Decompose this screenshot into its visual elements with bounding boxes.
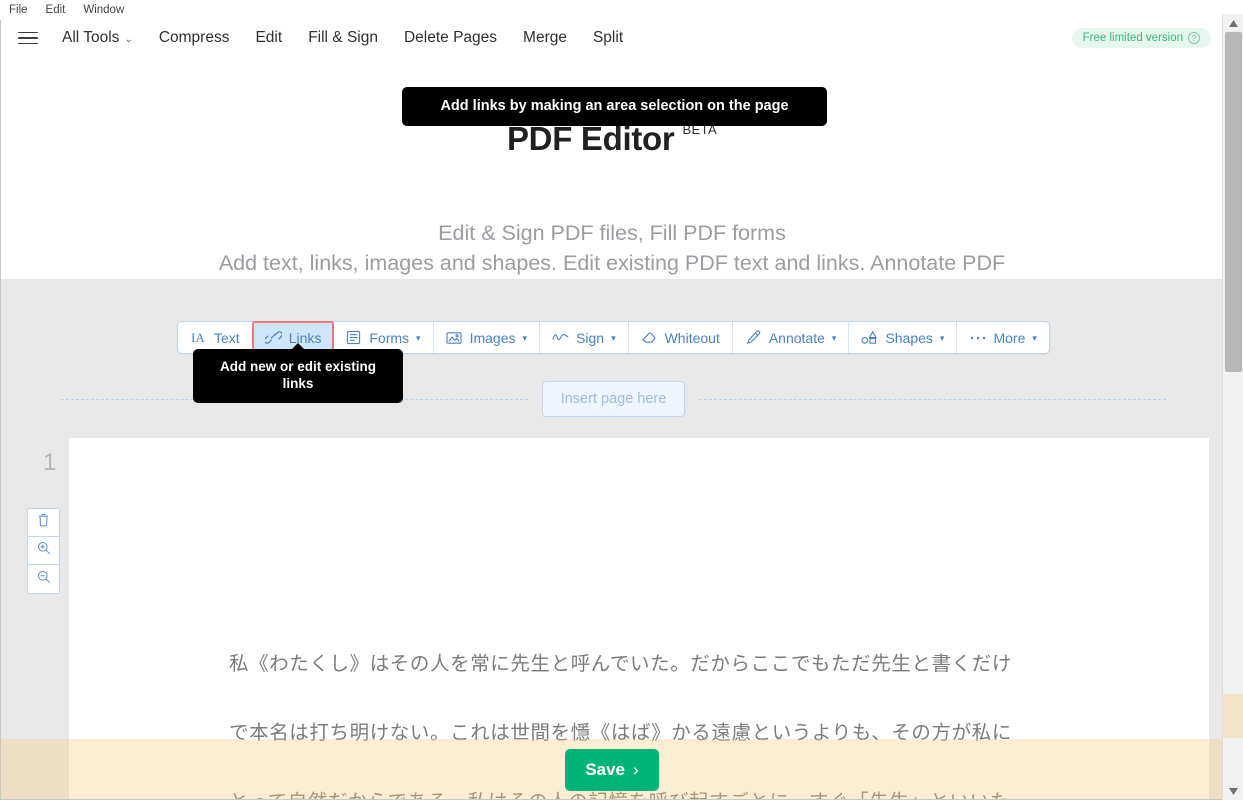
free-version-badge-label: Free limited version bbox=[1082, 32, 1183, 44]
hero-subtitle-1: Edit & Sign PDF files, Fill PDF forms bbox=[438, 221, 786, 245]
chevron-down-icon: ⌄ bbox=[124, 33, 133, 45]
os-menu-edit[interactable]: Edit bbox=[46, 0, 66, 20]
scrollbar-thumb[interactable] bbox=[1225, 32, 1242, 372]
vertical-scrollbar[interactable] bbox=[1222, 14, 1243, 800]
save-button-label: Save bbox=[585, 760, 626, 779]
tool-button-sign[interactable]: Sign ▾ bbox=[540, 322, 629, 353]
tool-button-forms-label: Forms bbox=[369, 329, 410, 346]
app-viewport: All Tools ⌄ Compress Edit Fill & Sign De… bbox=[0, 14, 1243, 800]
chevron-down-icon: ▾ bbox=[831, 333, 837, 343]
zoom-out-icon bbox=[37, 570, 51, 589]
nav-delete-pages[interactable]: Delete Pages bbox=[404, 29, 497, 47]
tool-button-annotate-label: Annotate bbox=[768, 329, 825, 346]
scrollbar-track-overlay bbox=[1223, 694, 1243, 738]
form-icon bbox=[345, 330, 362, 346]
chevron-right-icon: › bbox=[633, 760, 639, 779]
os-menu-file[interactable]: File bbox=[9, 0, 28, 20]
chevron-down-icon: ▾ bbox=[522, 333, 528, 343]
app-toolbar: All Tools ⌄ Compress Edit Fill & Sign De… bbox=[1, 15, 1223, 61]
nav-all-tools-label: All Tools bbox=[62, 29, 120, 46]
nav-all-tools[interactable]: All Tools ⌄ bbox=[62, 29, 133, 47]
link-icon bbox=[264, 330, 282, 346]
tool-button-text-label: Text bbox=[214, 329, 240, 346]
triangle-down-icon bbox=[1229, 787, 1238, 795]
zoom-in-page-button[interactable] bbox=[28, 537, 59, 565]
tooltip-add-links-area: Add links by making an area selection on… bbox=[402, 87, 827, 127]
hamburger-icon[interactable] bbox=[18, 27, 40, 49]
svg-text:IA: IA bbox=[191, 330, 205, 345]
tool-button-images-label: Images bbox=[469, 329, 516, 346]
page-controls bbox=[27, 508, 60, 594]
help-circle-icon[interactable]: ? bbox=[1188, 32, 1200, 44]
tool-button-shapes-label: Shapes bbox=[885, 329, 933, 346]
zoom-in-icon bbox=[37, 541, 51, 560]
pen-icon bbox=[745, 330, 762, 346]
os-menu-bar: File Edit Window bbox=[0, 0, 1243, 20]
nav-edit[interactable]: Edit bbox=[255, 29, 282, 47]
delete-page-button[interactable] bbox=[28, 509, 59, 537]
tool-button-more-label: More bbox=[993, 329, 1026, 346]
insert-page-button[interactable]: Insert page here bbox=[541, 381, 686, 417]
tool-button-shapes[interactable]: Shapes ▾ bbox=[849, 322, 958, 353]
tooltip-links-description: Add new or edit existing links bbox=[193, 343, 403, 403]
triangle-up-icon bbox=[1229, 19, 1238, 27]
editor-area: IA Text Links Forms ▾ Images ▾ Sign ▾ Wh… bbox=[1, 279, 1223, 799]
pdf-editor-app: File Edit Window All Tools ⌄ Compress Ed… bbox=[0, 0, 1243, 800]
chevron-down-icon: ▾ bbox=[416, 333, 421, 343]
tool-button-annotate[interactable]: Annotate ▾ bbox=[733, 322, 850, 353]
nav-merge[interactable]: Merge bbox=[523, 29, 567, 47]
signature-icon bbox=[552, 330, 569, 346]
nav-split[interactable]: Split bbox=[593, 29, 623, 47]
chevron-down-icon: ▾ bbox=[939, 333, 945, 343]
os-menu-window[interactable]: Window bbox=[83, 0, 124, 20]
shapes-icon bbox=[861, 330, 878, 346]
eraser-icon bbox=[641, 330, 658, 346]
free-version-badge[interactable]: Free limited version ? bbox=[1071, 28, 1211, 48]
page-number-label: 1 bbox=[43, 449, 57, 476]
tool-button-sign-label: Sign bbox=[576, 329, 605, 346]
hero-subtitle-2: Add text, links, images and shapes. Edit… bbox=[218, 251, 1006, 275]
insert-divider-right bbox=[699, 398, 1167, 400]
chevron-down-icon: ▾ bbox=[611, 333, 616, 343]
ellipsis-icon bbox=[969, 330, 986, 346]
scroll-up-button[interactable] bbox=[1223, 14, 1243, 32]
save-bar: Save › bbox=[1, 739, 1223, 799]
chevron-down-icon: ▾ bbox=[1032, 333, 1037, 343]
tool-button-whiteout[interactable]: Whiteout bbox=[629, 322, 733, 353]
tool-button-more[interactable]: More ▾ bbox=[957, 322, 1048, 353]
text-tool-icon: IA bbox=[190, 330, 207, 346]
image-icon bbox=[446, 330, 463, 346]
trash-icon bbox=[37, 513, 50, 532]
save-button[interactable]: Save › bbox=[565, 749, 659, 791]
pdf-text-line: 私《わたくし》はその人を常に先生と呼んでいた。だからここでもただ先生と書くだけ bbox=[229, 654, 1012, 675]
nav-fill-and-sign[interactable]: Fill & Sign bbox=[308, 29, 378, 47]
zoom-out-page-button[interactable] bbox=[28, 565, 59, 593]
tool-button-images[interactable]: Images ▾ bbox=[434, 322, 541, 353]
tool-button-whiteout-label: Whiteout bbox=[664, 329, 720, 346]
scroll-down-button[interactable] bbox=[1223, 782, 1243, 800]
nav-compress[interactable]: Compress bbox=[159, 29, 230, 47]
